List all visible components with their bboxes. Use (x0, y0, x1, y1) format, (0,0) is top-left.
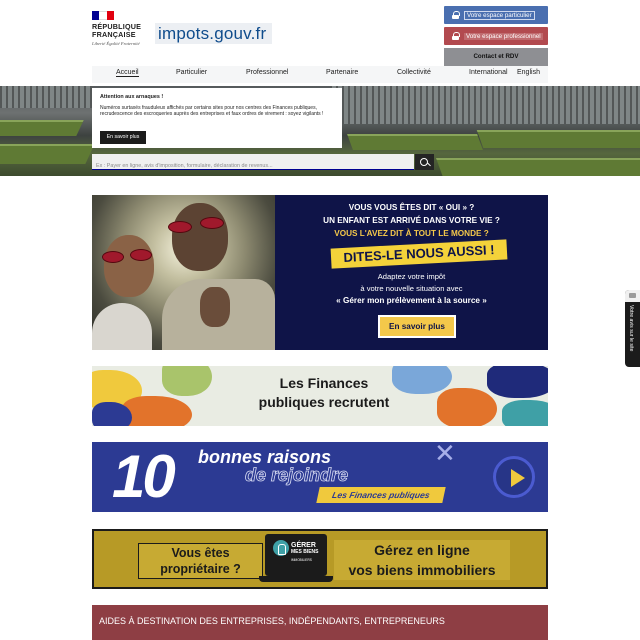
banner-line: Les Finances (279, 375, 369, 391)
espace-particulier-label: Votre espace particulier (464, 10, 535, 20)
republic-name: RÉPUBLIQUE FRANÇAISE (92, 22, 142, 39)
banner-headline: DITES-LE NOUS AUSSI ! (330, 239, 508, 269)
lock-icon (452, 32, 460, 40)
republique-francaise-logo[interactable]: RÉPUBLIQUE FRANÇAISE Liberté Égalité Fra… (92, 11, 150, 46)
banner-line: Adaptez votre impôt (377, 272, 446, 281)
site-brand-logo[interactable]: impots.gouv.fr (155, 23, 272, 44)
banner-line: à votre nouvelle situation avec (360, 284, 463, 293)
banner-line: Gérez en ligne (374, 542, 470, 558)
banner-line: publiques recrutent (258, 394, 390, 410)
feedback-icon (625, 290, 640, 302)
nav-item-collectivite[interactable]: Collectivité (397, 69, 431, 76)
french-flag-icon (92, 11, 114, 20)
banner-recrutement[interactable]: Les Finances publiques recrutent (92, 366, 548, 426)
banner-line: UN ENFANT EST ARRIVÉ DANS VOTRE VIE ? (323, 216, 500, 225)
laptop-icon: GÉRER MES BIENS IMMOBILIERS (259, 534, 333, 586)
nav-item-accueil[interactable]: Accueil (116, 69, 139, 77)
lock-icon (452, 11, 460, 19)
feedback-label: Votre avis sur le site (628, 305, 634, 352)
play-icon[interactable] (493, 456, 535, 498)
banner-biens-immobiliers[interactable]: Vous êtes propriétaire ? GÉRER MES BIENS… (92, 529, 548, 589)
espace-professionnel-label: Votre espace professionnel (464, 32, 543, 40)
banner-line: VOUS L'AVEZ DIT À TOUT LE MONDE ? (334, 229, 489, 238)
nav-item-professionnel[interactable]: Professionnel (246, 69, 288, 76)
feedback-side-tab[interactable]: Votre avis sur le site (625, 290, 640, 367)
banner-line: VOUS VOUS ÊTES DIT « OUI » ? (348, 203, 475, 212)
gerer-biens-logo: GÉRER MES BIENS (291, 542, 325, 556)
nav-item-english[interactable]: English (517, 69, 540, 76)
page: RÉPUBLIQUE FRANÇAISE Liberté Égalité Fra… (0, 0, 640, 640)
main-nav: Accueil Particulier Professionnel Parten… (92, 66, 548, 83)
banner-10-raisons[interactable]: ✕ 10 bonnes raisons de rejoindre Les Fin… (92, 442, 548, 512)
alert-text: Numéros surtaxés frauduleux affichés par… (100, 105, 324, 118)
banner-line: propriétaire ? (160, 562, 241, 576)
banner-recrutement-title: Les Finances publiques recrutent (234, 374, 414, 412)
banner-prelevement-source[interactable]: VOUS VOUS ÊTES DIT « OUI » ? UN ENFANT E… (92, 195, 548, 350)
banner-line: Vous êtes (171, 546, 230, 560)
couple-photo (92, 195, 275, 350)
contact-rdv-button[interactable]: Contact et RDV (444, 48, 548, 66)
search-bar (92, 154, 414, 174)
alert-title: Attention aux arnaques ! (100, 94, 164, 100)
banner-line: de rejoindre (245, 465, 349, 486)
banner-biens-left: Vous êtes propriétaire ? (138, 543, 263, 579)
banner-line: « Gérer mon prélèvement à la source » (336, 296, 487, 305)
nav-item-partenaire[interactable]: Partenaire (326, 69, 358, 76)
logo-subline: IMMOBILIERS (291, 558, 312, 562)
banner-prelevement-text: VOUS VOUS ÊTES DIT « OUI » ? UN ENFANT E… (275, 195, 548, 350)
nav-item-particulier[interactable]: Particulier (176, 69, 207, 76)
hand-click-icon (273, 540, 289, 556)
espace-professionnel-button[interactable]: Votre espace professionnel (444, 27, 548, 45)
decor-cross-icon: ✕ (434, 442, 456, 468)
search-input[interactable] (92, 158, 414, 174)
site-header: RÉPUBLIQUE FRANÇAISE Liberté Égalité Fra… (0, 0, 640, 86)
banner-biens-right: Gérez en ligne vos biens immobiliers (334, 540, 510, 580)
banner-more-button[interactable]: En savoir plus (378, 315, 456, 338)
alert-more-button[interactable]: En savoir plus (100, 131, 146, 144)
banner-pill: Les Finances publiques (316, 487, 446, 503)
republic-motto: Liberté Égalité Fraternité (92, 41, 140, 46)
logo-line: GÉRER (291, 542, 316, 549)
banner-number: 10 (112, 443, 176, 510)
section-aides-entreprises[interactable]: AIDES À DESTINATION DES ENTREPRISES, IND… (92, 605, 548, 640)
section-title: AIDES À DESTINATION DES ENTREPRISES, IND… (99, 616, 445, 626)
search-button[interactable] (415, 154, 434, 170)
banner-biens-background: Vous êtes propriétaire ? GÉRER MES BIENS… (94, 531, 546, 587)
banner-line: vos biens immobiliers (348, 562, 496, 578)
nav-item-international[interactable]: International (469, 69, 508, 76)
espace-particulier-button[interactable]: Votre espace particulier (444, 6, 548, 24)
logo-line: MES BIENS (291, 549, 319, 555)
